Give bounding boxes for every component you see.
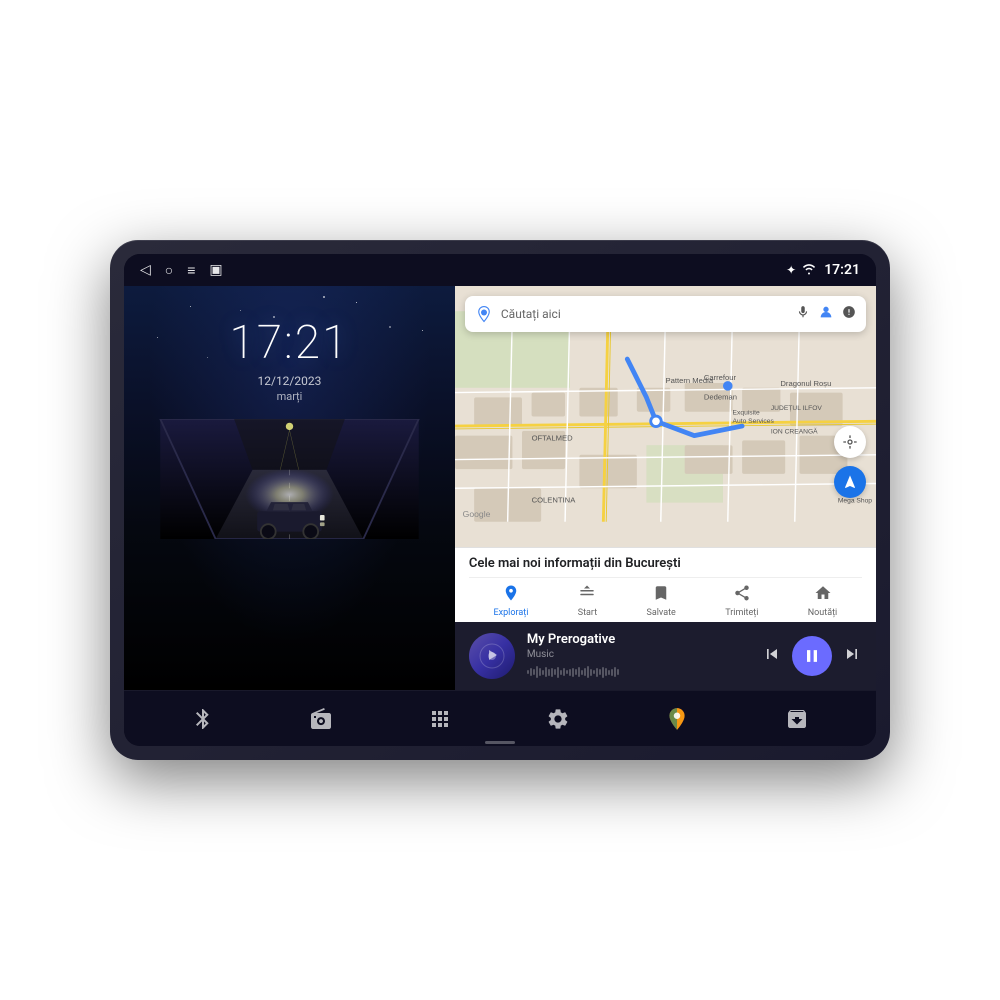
nav-radio[interactable] [309,707,333,731]
saved-icon [652,584,670,606]
menu-icon[interactable]: ≡ [187,262,195,279]
svg-text:ION CREANGĂ: ION CREANGĂ [771,427,818,436]
map-tab-explore[interactable]: Explorați [494,584,529,618]
maps-icon [664,706,690,732]
nav-bluetooth[interactable] [191,707,215,731]
map-search-bar[interactable]: Căutați aici [465,296,866,332]
svg-text:COLENTINA: COLENTINA [531,496,576,505]
news-label: Noutăți [808,608,838,618]
svg-text:Dedeman: Dedeman [704,392,737,401]
settings-icon [546,707,570,731]
music-controls [762,636,862,676]
explore-icon [502,584,520,606]
map-info-title: Cele mai noi informații din București [469,556,862,571]
radio-icon [309,707,333,731]
map-search-actions [796,304,856,324]
music-note-icon [478,642,506,670]
status-bar: ◁ ○ ≡ ▣ ✦ 17:21 [124,254,876,286]
music-title: My Prerogative [527,632,750,647]
svg-text:OFTALMED: OFTALMED [531,433,573,442]
swipe-handle[interactable] [485,741,515,744]
album-art [469,633,515,679]
svg-text:Mega Shop: Mega Shop [838,498,872,505]
clock-display: 17:21 [824,262,860,278]
home-icon[interactable]: ○ [165,262,173,279]
svg-text:Dragonul Roșu: Dragonul Roșu [780,379,831,388]
svg-text:Google: Google [463,509,491,519]
map-nav-tabs: Explorați Start [469,577,862,618]
back-icon[interactable]: ◁ [140,262,151,278]
nav-maps[interactable] [664,706,690,732]
music-player: My Prerogative Music [455,622,876,690]
saved-label: Salvate [647,608,676,618]
device-frame: ◁ ○ ≡ ▣ ✦ 17:21 [110,240,890,760]
status-icons: ✦ [786,263,816,278]
nav-box[interactable] [785,707,809,731]
map-tab-news[interactable]: Noutăți [808,584,838,618]
bluetooth-status-icon: ✦ [786,263,796,277]
map-tab-share[interactable]: Trimiteți [725,584,758,618]
svg-text:JUDEȚUL ILFOV: JUDEȚUL ILFOV [771,405,823,412]
screenshot-icon[interactable]: ▣ [209,262,222,278]
more-options-icon[interactable] [842,305,856,323]
main-content: 17:21 12/12/2023 marți [124,286,876,690]
bottom-nav [124,690,876,746]
svg-text:Auto Services: Auto Services [732,418,774,425]
prev-track-button[interactable] [762,644,782,669]
bluetooth-icon [191,707,215,731]
status-bar-left: ◁ ○ ≡ ▣ [140,262,223,279]
map-target-button[interactable] [834,426,866,458]
voice-search-icon[interactable] [796,305,810,323]
explore-label: Explorați [494,608,529,618]
map-area[interactable]: Pattern Media Carrefour Dragonul Roșu De… [455,286,876,547]
nav-settings[interactable] [546,707,570,731]
next-track-button[interactable] [842,644,862,669]
news-icon [814,584,832,606]
map-tab-saved[interactable]: Salvate [647,584,676,618]
left-panel: 17:21 12/12/2023 marți [124,286,455,690]
map-tab-start[interactable]: Start [578,584,597,618]
wifi-status-icon [802,263,816,278]
share-icon [733,584,751,606]
clock-time: 17:21 [229,316,349,370]
nav-apps[interactable] [428,707,452,731]
map-info-strip: Cele mai noi informații din București Ex… [455,547,876,622]
clock-date: 12/12/2023 [258,374,322,388]
music-subtitle: Music [527,649,750,660]
share-label: Trimiteți [725,608,758,618]
device-screen: ◁ ○ ≡ ▣ ✦ 17:21 [124,254,876,746]
start-icon [578,584,596,606]
google-maps-pin-icon [475,305,493,323]
map-search-placeholder: Căutați aici [501,307,788,321]
music-info: My Prerogative Music [527,632,750,680]
play-pause-button[interactable] [792,636,832,676]
account-icon[interactable] [818,304,834,324]
map-navigate-button[interactable] [834,466,866,498]
svg-text:Carrefour: Carrefour [704,373,737,382]
album-art-inner [469,633,515,679]
svg-text:Exquisite: Exquisite [732,410,759,417]
car-tunnel-image [155,419,424,539]
start-label: Start [578,608,597,618]
music-waveform [527,664,750,680]
right-panel: Pattern Media Carrefour Dragonul Roșu De… [455,286,876,690]
box-icon [785,707,809,731]
apps-grid-icon [428,707,452,731]
clock-day: marți [277,390,303,403]
status-bar-right: ✦ 17:21 [786,262,860,278]
